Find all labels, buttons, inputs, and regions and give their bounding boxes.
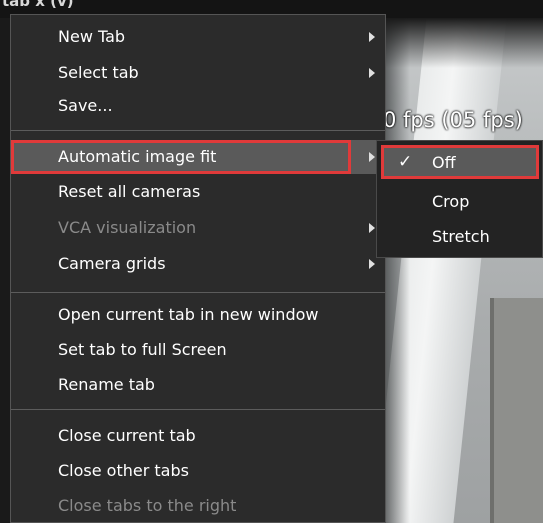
menu-item-automatic-image-fit[interactable]: Automatic image fit	[11, 140, 385, 174]
menu-item-label: Close other tabs	[58, 461, 189, 480]
menu-item-label: Reset all cameras	[58, 182, 201, 201]
submenu-arrow-icon	[369, 32, 375, 42]
menu-item-label: Camera grids	[58, 254, 166, 273]
menu-item-close-current-tab[interactable]: Close current tab	[11, 419, 385, 453]
menu-item-vca-visualization: VCA visualization	[11, 211, 385, 245]
camera-video-view[interactable]	[373, 18, 543, 523]
menu-item-label: New Tab	[58, 27, 126, 46]
screen: 0 fps (05 fps) tab x (v) New Tab Select …	[0, 0, 543, 523]
menu-item-close-tabs-to-right: Close tabs to the right	[11, 489, 385, 523]
menu-item-camera-grids[interactable]: Camera grids	[11, 247, 385, 281]
menu-item-label: Rename tab	[58, 375, 155, 394]
menu-item-label: Set tab to full Screen	[58, 340, 227, 359]
menu-item-close-other-tabs[interactable]: Close other tabs	[11, 454, 385, 488]
menu-item-open-in-new-window[interactable]: Open current tab in new window	[11, 298, 385, 332]
menu-item-label: Close current tab	[58, 426, 196, 445]
submenu-arrow-icon	[369, 223, 375, 233]
submenu-item-crop[interactable]: Crop	[377, 185, 542, 219]
submenu-item-off[interactable]: ✓ Off	[381, 145, 539, 179]
menu-item-label: Save...	[58, 96, 113, 115]
image-fit-submenu: ✓ Off Crop Stretch	[376, 140, 543, 258]
menu-separator	[11, 409, 385, 410]
submenu-arrow-icon	[369, 259, 375, 269]
submenu-item-label: Crop	[432, 192, 470, 211]
tab-title-fragment[interactable]: tab x (v)	[2, 0, 74, 10]
menu-item-label: Close tabs to the right	[58, 496, 237, 515]
menu-item-reset-all-cameras[interactable]: Reset all cameras	[11, 175, 385, 209]
menu-item-label: Open current tab in new window	[58, 305, 319, 324]
submenu-item-stretch[interactable]: Stretch	[377, 220, 542, 254]
menu-item-rename-tab[interactable]: Rename tab	[11, 368, 385, 402]
fps-overlay-label: 0 fps (05 fps)	[383, 108, 523, 132]
menu-item-new-tab[interactable]: New Tab	[11, 20, 385, 54]
menu-item-label: Automatic image fit	[58, 147, 217, 166]
submenu-item-label: Stretch	[432, 227, 490, 246]
menu-item-label: Select tab	[58, 63, 139, 82]
menu-item-select-tab[interactable]: Select tab	[11, 56, 385, 90]
menu-item-set-full-screen[interactable]: Set tab to full Screen	[11, 333, 385, 367]
checkmark-icon: ✓	[398, 152, 413, 172]
menu-separator	[11, 130, 385, 131]
camera-scene-door	[490, 298, 543, 523]
menu-item-label: VCA visualization	[58, 218, 197, 237]
menu-separator	[11, 292, 385, 293]
submenu-arrow-icon	[369, 152, 375, 162]
submenu-item-label: Off	[432, 153, 456, 172]
menu-item-save[interactable]: Save...	[11, 89, 385, 123]
submenu-arrow-icon	[369, 68, 375, 78]
context-menu: New Tab Select tab Save... Automatic ima…	[10, 14, 386, 523]
camera-scene-top	[380, 18, 543, 68]
